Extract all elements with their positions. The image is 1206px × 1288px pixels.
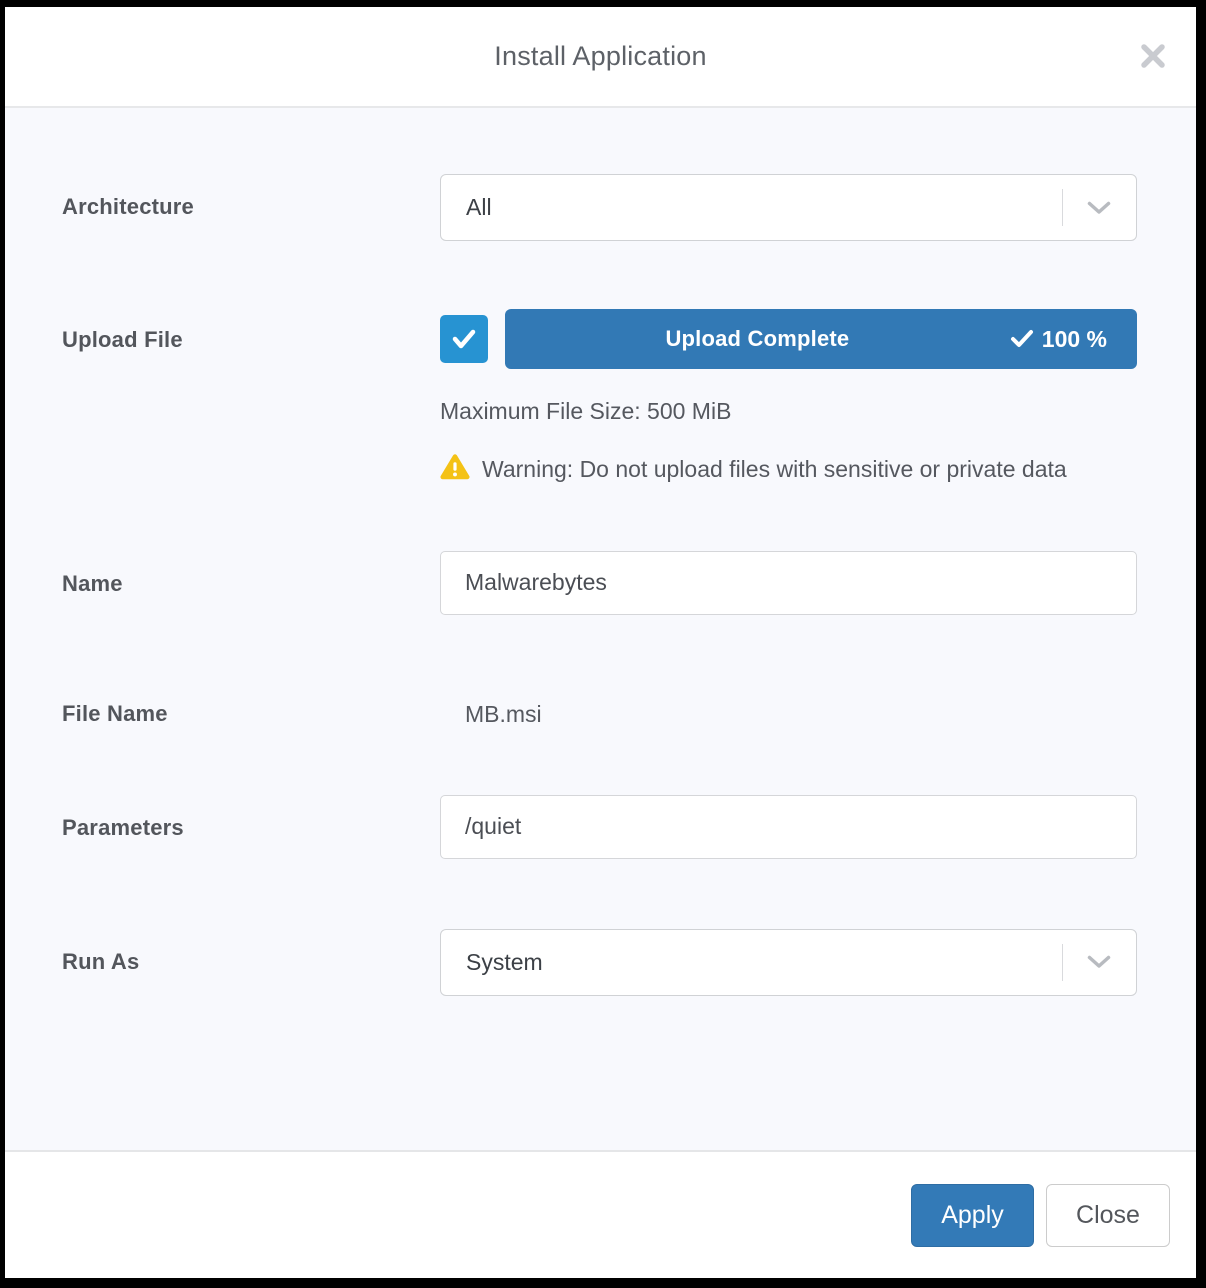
architecture-select[interactable]: All xyxy=(440,174,1137,241)
upload-warning-text: Warning: Do not upload files with sensit… xyxy=(482,456,1067,482)
upload-percent: 100 % xyxy=(1010,326,1137,353)
run-as-label: Run As xyxy=(62,929,440,975)
upload-file-row: Upload File Upload Complete xyxy=(62,309,1137,488)
architecture-label: Architecture xyxy=(62,174,440,220)
dialog-header: Install Application xyxy=(5,7,1196,108)
chevron-down-icon xyxy=(1087,955,1111,969)
close-button[interactable]: Close xyxy=(1046,1184,1170,1247)
name-row: Name xyxy=(62,551,1137,615)
file-name-value: MB.msi xyxy=(440,701,1137,728)
checkmark-icon xyxy=(1010,329,1034,349)
parameters-row: Parameters xyxy=(62,795,1137,859)
file-name-row: File Name MB.msi xyxy=(62,701,1137,728)
upload-checkbox[interactable] xyxy=(440,315,488,363)
warning-icon xyxy=(440,453,470,480)
close-icon[interactable] xyxy=(1138,41,1168,71)
dialog-body: Architecture All Upload File xyxy=(5,108,1196,1150)
architecture-selected-value: All xyxy=(466,194,492,221)
checkmark-icon xyxy=(450,327,478,351)
screen-frame: Install Application Architecture All xyxy=(0,0,1206,1288)
apply-button[interactable]: Apply xyxy=(911,1184,1034,1247)
run-as-selected-value: System xyxy=(466,949,543,976)
chevron-down-icon xyxy=(1087,201,1111,215)
upload-percent-value: 100 % xyxy=(1042,326,1107,353)
select-divider xyxy=(1062,189,1063,226)
parameters-label: Parameters xyxy=(62,795,440,841)
max-file-size-note: Maximum File Size: 500 MiB xyxy=(440,398,1137,425)
run-as-row: Run As System xyxy=(62,929,1137,996)
dialog-footer: Apply Close xyxy=(5,1150,1196,1278)
upload-status-text: Upload Complete xyxy=(505,326,1010,352)
dialog-title: Install Application xyxy=(494,41,706,72)
upload-file-label: Upload File xyxy=(62,309,440,353)
name-label: Name xyxy=(62,551,440,597)
select-divider xyxy=(1062,944,1063,981)
name-input[interactable] xyxy=(440,551,1137,615)
parameters-input[interactable] xyxy=(440,795,1137,859)
install-application-dialog: Install Application Architecture All xyxy=(5,7,1196,1278)
file-name-label: File Name xyxy=(62,701,440,727)
run-as-select[interactable]: System xyxy=(440,929,1137,996)
architecture-row: Architecture All xyxy=(62,174,1137,241)
upload-warning: Warning: Do not upload files with sensit… xyxy=(440,452,1137,488)
upload-progress-bar: Upload Complete 100 % xyxy=(505,309,1137,369)
